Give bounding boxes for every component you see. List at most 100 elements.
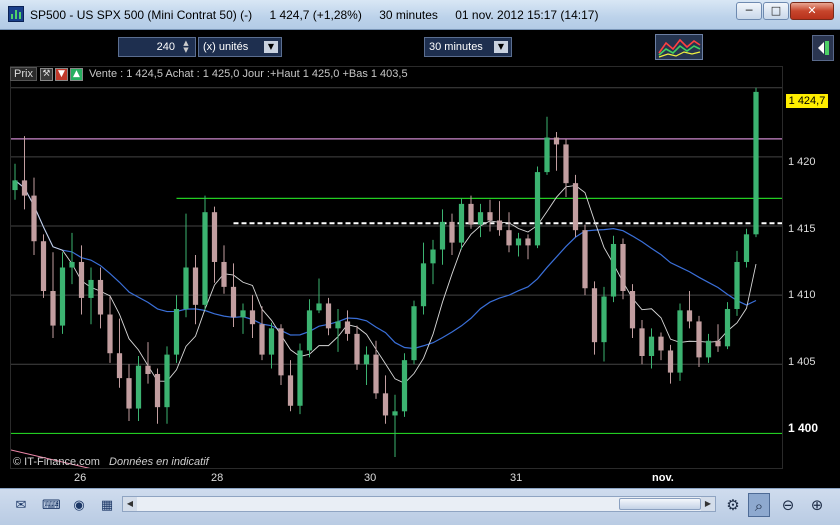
units-count-value: 240 (156, 41, 175, 53)
candle-body (534, 172, 541, 246)
date-tick: 31 (510, 472, 523, 484)
candle-body (430, 249, 436, 264)
indicators-button[interactable] (655, 34, 703, 60)
candle-body (686, 310, 693, 322)
candle-body (601, 296, 607, 343)
candle-body (477, 212, 484, 225)
expand-icon (818, 41, 829, 55)
prix-label[interactable]: Prix (10, 67, 37, 81)
chevron-down-icon[interactable]: ▼ (264, 41, 278, 53)
candle-body (50, 291, 56, 326)
candle-body (620, 243, 626, 292)
window-controls: ─ □ ✕ (735, 2, 834, 20)
watermark-note: Données en indicatif (109, 456, 209, 468)
candle-body (344, 321, 351, 334)
units-select[interactable]: (x) unités ▼ (198, 37, 282, 57)
candle-body (487, 212, 493, 221)
candle-body (382, 393, 389, 416)
candle-body (515, 238, 522, 246)
price-tick: 1 400 (788, 421, 819, 435)
quote-readout: Vente : 1 424,5 Achat : 1 425,0 Jour :+H… (88, 68, 408, 80)
candle-body (316, 303, 322, 311)
zoom-fit-icon[interactable]: ⌕ (748, 493, 770, 517)
candle-body (724, 308, 731, 347)
price-axis[interactable] (783, 66, 840, 469)
candle-body (753, 91, 759, 235)
candle-body (192, 267, 199, 305)
candle-body (629, 291, 636, 329)
candle-body (173, 308, 180, 355)
candle-body (211, 212, 218, 262)
candle-body (88, 279, 94, 298)
candlestick-plot[interactable] (10, 67, 782, 510)
buy-order-icon[interactable]: ▲ (69, 67, 83, 81)
current-price-tag: 1 424,7 (786, 94, 828, 108)
candle-body (458, 203, 465, 243)
candle-body (658, 336, 664, 351)
price-tick: 1 405 (788, 356, 816, 368)
scroll-left-icon[interactable]: ◀ (123, 497, 137, 511)
mail-icon[interactable]: ✉ (12, 497, 30, 515)
candle-body (411, 306, 417, 361)
title-bar: SP500 - US SPX 500 (Mini Contrat 50) (-)… (0, 0, 840, 30)
date-tick: nov. (652, 472, 674, 484)
candle-body (97, 279, 104, 315)
candle-body (249, 310, 256, 325)
spinner-down-icon[interactable]: ▼ (179, 47, 193, 54)
period-select[interactable]: 30 minutes ▼ (424, 37, 512, 57)
candle-body (164, 354, 170, 408)
watermark-brand: © IT-Finance.com (13, 456, 100, 468)
chart-scrollbar[interactable]: ◀ ▶ (122, 496, 716, 512)
chart-header: Prix ⚒ ▼ ▲ Vente : 1 424,5 Achat : 1 425… (10, 66, 408, 82)
candle-body (667, 350, 674, 373)
candle-body (202, 212, 208, 305)
keyboard-icon[interactable]: ⌨ (42, 497, 61, 515)
scroll-right-icon[interactable]: ▶ (701, 497, 715, 511)
candle-body (563, 144, 569, 184)
app-icon (8, 6, 24, 22)
close-icon: ✕ (807, 4, 817, 17)
price-chart[interactable] (10, 66, 783, 510)
minimize-icon: ─ (745, 4, 753, 17)
camera-icon[interactable]: ◉ (70, 497, 88, 515)
indicators-icon (658, 38, 701, 58)
candle-body (268, 328, 275, 355)
maximize-icon: □ (770, 4, 782, 17)
candle-body (715, 340, 721, 347)
zoom-in-icon[interactable]: ⊕ (806, 493, 828, 517)
date-tick: 28 (211, 472, 224, 484)
candle-body (325, 303, 332, 329)
candle-body (705, 340, 712, 358)
candle-body (126, 378, 132, 409)
chevron-down-icon[interactable]: ▼ (494, 41, 508, 53)
candle-body (439, 221, 446, 250)
panel-toggle-button[interactable] (812, 35, 834, 61)
minimize-button[interactable]: ─ (736, 2, 762, 20)
maximize-button[interactable]: □ (763, 2, 789, 20)
candle-body (506, 230, 512, 246)
candle-body (354, 333, 360, 365)
candle-body (553, 137, 560, 145)
wrench-icon[interactable]: ⚒ (39, 67, 53, 81)
scroll-thumb[interactable] (619, 498, 701, 510)
price-tick: 1 420 (788, 156, 816, 168)
candle-body (135, 365, 142, 409)
title-symbol: SP500 - US SPX 500 (Mini Contrat 50) (-) (30, 8, 253, 22)
spreadsheet-icon[interactable]: ▦ (98, 497, 116, 515)
candle-body (591, 288, 598, 343)
candle-body (154, 373, 161, 408)
candle-body (401, 360, 408, 412)
candle-body (734, 261, 740, 309)
close-button[interactable]: ✕ (790, 2, 834, 20)
title-datetime: 01 nov. 2012 15:17 (14:17) (455, 8, 599, 22)
candle-body (297, 350, 303, 406)
bottom-toolbar: ✉ ⌨ ◉ ▦ ◀ ▶ ⚙ ⌕ ⊖ ⊕ (0, 488, 840, 525)
chart-settings-icon[interactable]: ⚙ (722, 493, 744, 517)
sell-order-icon[interactable]: ▼ (54, 67, 68, 81)
candle-body (221, 261, 227, 287)
candle-body (306, 310, 313, 351)
candle-body (582, 230, 588, 289)
units-count-spinner[interactable]: 240 ▲ ▼ (118, 37, 196, 57)
spinner-arrows[interactable]: ▲ ▼ (179, 40, 193, 54)
zoom-out-icon[interactable]: ⊖ (777, 493, 799, 517)
